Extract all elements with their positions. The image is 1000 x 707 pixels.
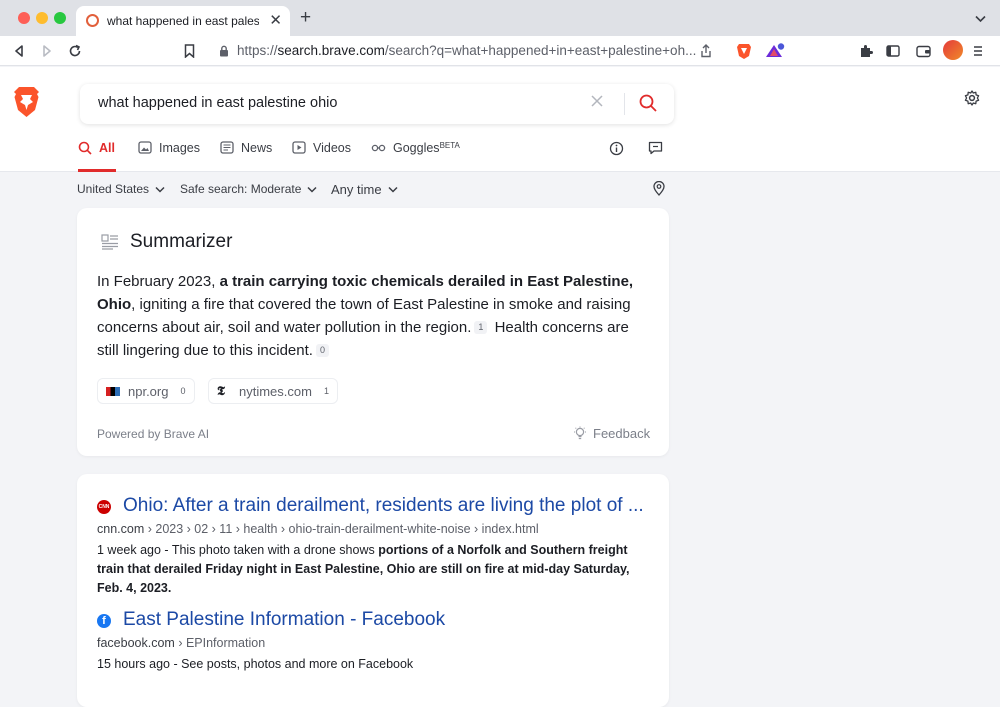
tab-videos-label: Videos [313, 141, 351, 155]
tab-list-chevron-icon[interactable] [975, 10, 986, 28]
region-filter-label: United States [77, 182, 150, 196]
search-box[interactable]: what happened in east palestine ohio [80, 84, 674, 124]
profile-avatar[interactable] [943, 40, 963, 60]
source-chip-nytimes[interactable]: 𝕿 nytimes.com 1 [208, 378, 338, 404]
result-url[interactable]: cnn.com › 2023 › 02 › 11 › health › ohio… [97, 522, 539, 536]
close-window-button[interactable] [18, 12, 30, 24]
lock-icon[interactable] [214, 41, 234, 61]
clear-search-icon[interactable] [590, 94, 604, 113]
brave-favicon-icon [86, 14, 99, 27]
nytimes-favicon-icon: 𝕿 [217, 383, 225, 399]
tab-goggles-label: Goggles [393, 141, 440, 155]
url-prefix: https:// [237, 43, 278, 58]
chevron-down-icon [155, 186, 165, 193]
url-domain: search.brave.com [277, 43, 385, 58]
source-domain: nytimes.com [239, 383, 312, 399]
search-divider [624, 93, 625, 115]
search-icon[interactable] [639, 94, 657, 117]
results-card: CNN Ohio: After a train derailment, resi… [77, 474, 669, 707]
search-input[interactable]: what happened in east palestine ohio [98, 95, 337, 111]
maximize-window-button[interactable] [54, 12, 66, 24]
browser-tab[interactable]: what happened in east palestine ohio ✕ [76, 6, 290, 36]
summarizer-text: In February 2023, a train carrying toxic… [97, 270, 653, 362]
goggles-icon [371, 144, 386, 152]
brave-logo-icon[interactable] [13, 86, 40, 123]
info-icon[interactable] [609, 141, 631, 172]
search-icon [78, 141, 92, 155]
address-bar[interactable]: https://search.brave.com/search?q=what+h… [237, 43, 696, 58]
beta-badge: BETA [439, 141, 460, 150]
tab-all[interactable]: All [78, 141, 116, 172]
safe-search-label: Safe search: Moderate [180, 182, 302, 196]
tab-all-label: All [99, 141, 115, 155]
brave-shields-icon[interactable] [734, 41, 754, 61]
cnn-favicon-icon: CNN [97, 500, 111, 514]
result-domain: facebook.com [97, 636, 175, 650]
settings-gear-icon[interactable] [964, 90, 980, 111]
browser-title-bar: what happened in east palestine ohio ✕ + [0, 0, 1000, 36]
tab-news[interactable]: News [220, 141, 272, 172]
result-title-link[interactable]: East Palestine Information - Facebook [123, 609, 445, 631]
tab-title: what happened in east palestine ohio [107, 14, 259, 28]
summarizer-icon [101, 234, 119, 255]
result-path: › EPInformation [178, 636, 266, 650]
source-count: 0 [180, 386, 186, 396]
wallet-icon[interactable] [913, 41, 933, 61]
source-chip-npr[interactable]: npr.org 0 [97, 378, 195, 404]
search-header: what happened in east palestine ohio All… [0, 67, 1000, 172]
feedback-chat-icon[interactable] [648, 141, 670, 172]
url-path: /search?q=what+happened+in+east+palestin… [384, 43, 697, 58]
citation-badge[interactable]: 0 [315, 344, 329, 357]
tab-videos[interactable]: Videos [292, 141, 351, 172]
safe-search-filter[interactable]: Safe search: Moderate [180, 182, 317, 196]
new-tab-button[interactable]: + [300, 7, 311, 29]
time-filter[interactable]: Any time [331, 182, 398, 197]
chevron-down-icon [307, 186, 317, 193]
powered-by-label: Powered by Brave AI [97, 427, 210, 441]
share-icon[interactable] [696, 41, 716, 61]
result-url[interactable]: facebook.com › EPInformation [97, 636, 265, 650]
search-results-page: what happened in east palestine ohio All… [0, 67, 1000, 707]
result-domain: cnn.com [97, 522, 145, 536]
tab-goggles[interactable]: Goggles BETA [371, 141, 460, 172]
tab-images-label: Images [159, 141, 200, 155]
result-description: 15 hours ago - See posts, photos and mor… [97, 657, 414, 671]
news-icon [220, 141, 234, 154]
feedback-button[interactable]: Feedback [573, 426, 650, 441]
lightbulb-icon [574, 426, 586, 440]
time-filter-label: Any time [331, 182, 382, 197]
tab-news-label: News [241, 141, 273, 155]
summary-intro: In February 2023, [97, 273, 220, 290]
source-domain: npr.org [128, 383, 169, 399]
bookmark-icon[interactable] [179, 41, 199, 61]
forward-icon[interactable] [37, 41, 57, 61]
close-tab-icon[interactable]: ✕ [269, 11, 282, 29]
image-icon [138, 141, 152, 154]
result-desc-plain: This photo taken with a drone shows [171, 543, 379, 557]
chevron-down-icon [388, 186, 398, 193]
summarizer-card: Summarizer In February 2023, a train car… [77, 208, 669, 456]
video-icon [292, 141, 306, 154]
location-pin-icon[interactable] [653, 181, 665, 196]
result-title-link[interactable]: Ohio: After a train derailment, resident… [123, 495, 644, 517]
extensions-icon[interactable] [856, 41, 876, 61]
reload-icon[interactable] [65, 41, 85, 61]
tab-images[interactable]: Images [138, 141, 200, 172]
minimize-window-button[interactable] [36, 12, 48, 24]
back-icon[interactable] [9, 41, 29, 61]
facebook-favicon-icon: f [97, 614, 111, 628]
source-count: 1 [323, 386, 329, 396]
feedback-label: Feedback [593, 426, 651, 441]
menu-icon[interactable] [968, 41, 988, 61]
result-description: 1 week ago - This photo taken with a dro… [97, 541, 657, 598]
result-path: › 2023 › 02 › 11 › health › ohio-train-d… [147, 522, 539, 536]
brave-rewards-icon[interactable] [765, 41, 785, 61]
npr-favicon-icon [106, 386, 120, 396]
summarizer-title: Summarizer [130, 231, 233, 252]
result-age: 1 week ago - [97, 543, 172, 557]
sidebar-toggle-icon[interactable] [883, 41, 903, 61]
browser-toolbar: https://search.brave.com/search?q=what+h… [0, 36, 1000, 66]
region-filter[interactable]: United States [77, 182, 165, 196]
citation-badge[interactable]: 1 [474, 321, 488, 334]
